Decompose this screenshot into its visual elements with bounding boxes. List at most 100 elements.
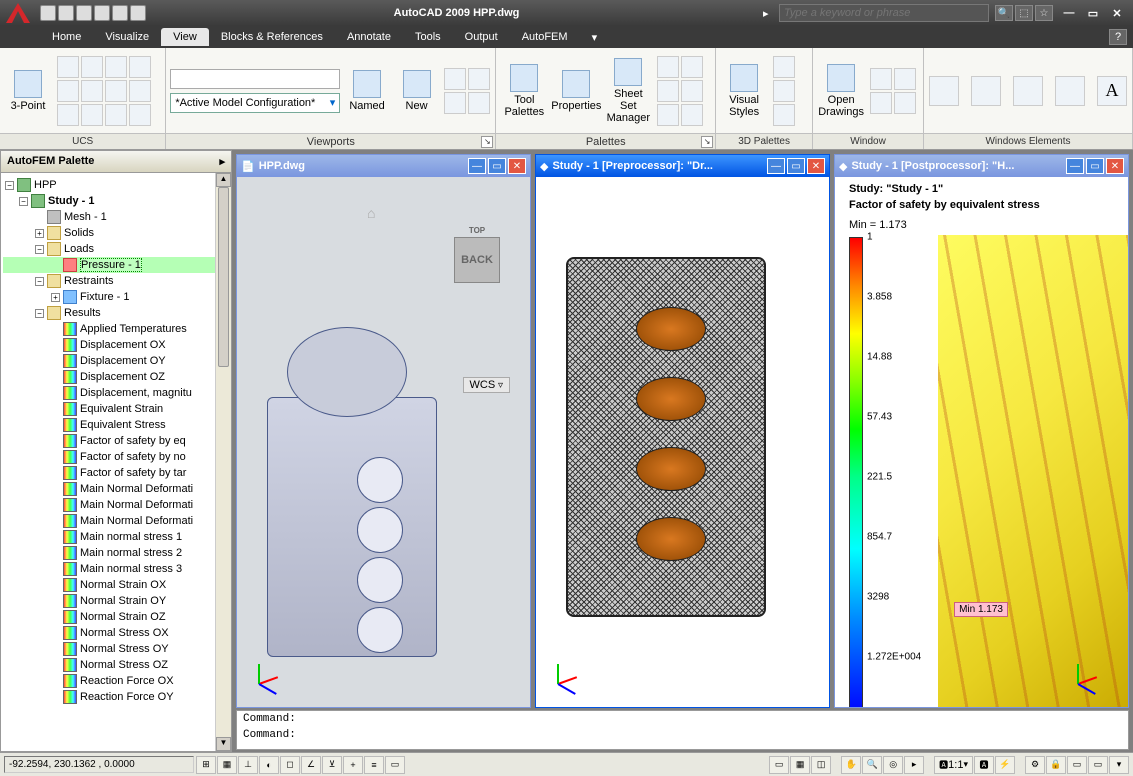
visual-styles-button[interactable]: Visual Styles [720, 64, 768, 118]
viewport-new-button[interactable]: New [394, 70, 440, 112]
we-btn-5[interactable]: A [1097, 76, 1127, 106]
status-qp-icon[interactable]: ▭ [385, 756, 405, 774]
vp1-close-button[interactable]: ✕ [508, 158, 526, 174]
vs-btn-1[interactable] [773, 56, 795, 78]
status-annoauto-icon[interactable]: ⚡ [995, 756, 1015, 774]
qat-new-icon[interactable] [40, 5, 56, 21]
tree-mesh[interactable]: Mesh - 1 [3, 209, 229, 225]
status-polar-icon[interactable]: ◐ [259, 756, 279, 774]
tree-result-item[interactable]: Displacement OY [3, 353, 229, 369]
vp2-min-button[interactable]: — [767, 158, 785, 174]
status-wheel-icon[interactable]: ◎ [883, 756, 903, 774]
tab-output[interactable]: Output [453, 28, 510, 46]
scroll-down-icon[interactable]: ▼ [216, 737, 231, 751]
status-hw-icon[interactable]: ▭ [1067, 756, 1087, 774]
win-btn-1[interactable] [870, 68, 892, 90]
viewports-launcher[interactable]: ↘ [481, 136, 493, 148]
vp2-max-button[interactable]: ▭ [787, 158, 805, 174]
status-qview-icon[interactable]: ◫ [811, 756, 831, 774]
maximize-button[interactable]: ▭ [1083, 5, 1103, 21]
ucs-btn-3[interactable] [105, 56, 127, 78]
wcs-label[interactable]: WCS ▿ [463, 377, 510, 393]
tree-result-item[interactable]: Factor of safety by tar [3, 465, 229, 481]
pal-btn-5[interactable] [657, 104, 679, 126]
status-grid-icon[interactable]: ▦ [217, 756, 237, 774]
tree-result-item[interactable]: Equivalent Stress [3, 417, 229, 433]
tree-pressure[interactable]: Pressure - 1 [3, 257, 229, 273]
status-snap-icon[interactable]: ⊞ [196, 756, 216, 774]
status-dyn-icon[interactable]: + [343, 756, 363, 774]
ucs-btn-12[interactable] [129, 104, 151, 126]
open-drawings-button[interactable]: Open Drawings [817, 64, 865, 118]
tab-visualize[interactable]: Visualize [93, 28, 161, 46]
ucs-3point-button[interactable]: 3-Point [4, 70, 52, 112]
tree-study[interactable]: −Study - 1 [3, 193, 229, 209]
palette-menu-icon[interactable]: ▸ [219, 155, 225, 168]
tree-fixture[interactable]: +Fixture - 1 [3, 289, 229, 305]
qat-open-icon[interactable] [58, 5, 74, 21]
viewport-named-button[interactable]: Named [344, 70, 390, 112]
palette-title[interactable]: AutoFEM Palette ▸ [1, 151, 231, 173]
tree-result-item[interactable]: Equivalent Strain [3, 401, 229, 417]
vp3-close-button[interactable]: ✕ [1106, 158, 1124, 174]
app-logo[interactable] [0, 0, 36, 26]
status-layout-icon[interactable]: ▦ [790, 756, 810, 774]
we-btn-1[interactable] [929, 76, 959, 106]
comm-center-icon[interactable]: ⬚ [1015, 5, 1033, 21]
viewport-combo-1[interactable] [170, 69, 340, 89]
tree-result-item[interactable]: Displacement OZ [3, 369, 229, 385]
tree-result-item[interactable]: Displacement, magnitu [3, 385, 229, 401]
palette-scrollbar[interactable]: ▲ ▼ [215, 173, 231, 751]
tree-result-item[interactable]: Main normal stress 2 [3, 545, 229, 561]
status-ortho-icon[interactable]: ⊥ [238, 756, 258, 774]
help-button[interactable]: ? [1109, 29, 1127, 45]
ucs-btn-6[interactable] [81, 80, 103, 102]
tree-restraints[interactable]: −Restraints [3, 273, 229, 289]
tree-result-item[interactable]: Factor of safety by no [3, 449, 229, 465]
tree-result-item[interactable]: Normal Stress OY [3, 641, 229, 657]
status-annoscale[interactable]: 🅰 1:1 ▾ [934, 756, 973, 774]
ucs-btn-7[interactable] [105, 80, 127, 102]
tree-result-item[interactable]: Normal Strain OZ [3, 609, 229, 625]
tree-result-item[interactable]: Factor of safety by eq [3, 433, 229, 449]
tree-result-item[interactable]: Displacement OX [3, 337, 229, 353]
tree-root[interactable]: −HPP [3, 177, 229, 193]
tree-result-item[interactable]: Main Normal Deformati [3, 481, 229, 497]
vp-btn-3[interactable] [444, 92, 466, 114]
ucs-btn-11[interactable] [105, 104, 127, 126]
status-tray-icon[interactable]: ▾ [1109, 756, 1129, 774]
ucs-btn-1[interactable] [57, 56, 79, 78]
tree-result-item[interactable]: Reaction Force OY [3, 689, 229, 705]
favorites-icon[interactable]: ☆ [1035, 5, 1053, 21]
status-lwt-icon[interactable]: ≡ [364, 756, 384, 774]
search-go-icon[interactable]: 🔍 [995, 5, 1013, 21]
pal-btn-4[interactable] [681, 80, 703, 102]
pal-btn-6[interactable] [681, 104, 703, 126]
scroll-up-icon[interactable]: ▲ [216, 173, 231, 187]
tab-overflow-icon[interactable]: ▾ [580, 28, 610, 47]
tree-loads[interactable]: −Loads [3, 241, 229, 257]
command-line[interactable]: Command: Command: [236, 710, 1129, 750]
close-button[interactable]: ✕ [1107, 5, 1127, 21]
tree-solids[interactable]: +Solids [3, 225, 229, 241]
palettes-launcher[interactable]: ↘ [701, 136, 713, 148]
tab-view[interactable]: View [161, 28, 209, 46]
minimize-button[interactable]: — [1059, 5, 1079, 21]
tree-result-item[interactable]: Applied Temperatures [3, 321, 229, 337]
vp-btn-4[interactable] [468, 92, 490, 114]
qat-save-icon[interactable] [76, 5, 92, 21]
search-input[interactable] [779, 4, 989, 22]
ucs-btn-9[interactable] [57, 104, 79, 126]
status-pan-icon[interactable]: ✋ [841, 756, 861, 774]
tool-palettes-button[interactable]: Tool Palettes [500, 64, 548, 118]
status-clean-icon[interactable]: ▭ [1088, 756, 1108, 774]
vs-btn-2[interactable] [773, 80, 795, 102]
viewcube[interactable]: TOP BACK [454, 237, 500, 283]
win-btn-2[interactable] [894, 68, 916, 90]
vp-btn-1[interactable] [444, 68, 466, 90]
tree-result-item[interactable]: Normal Strain OX [3, 577, 229, 593]
ucs-btn-10[interactable] [81, 104, 103, 126]
tree-results[interactable]: −Results [3, 305, 229, 321]
home-icon[interactable]: ⌂ [367, 205, 375, 221]
ucs-btn-4[interactable] [129, 56, 151, 78]
